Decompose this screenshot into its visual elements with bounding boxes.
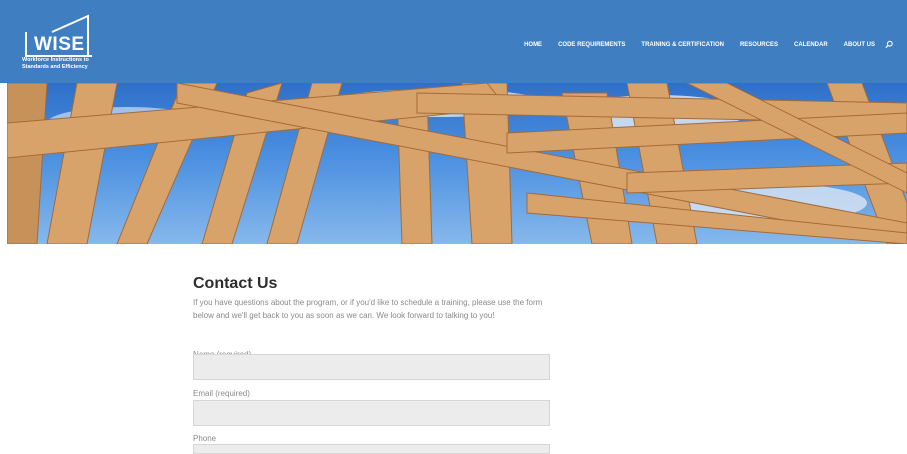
main-nav: HOME CODE REQUIREMENTS TRAINING & CERTIF…: [508, 40, 893, 49]
search-icon[interactable]: [885, 40, 893, 49]
email-label: Email (required): [193, 389, 250, 398]
nav-training-certification[interactable]: TRAINING & CERTIFICATION: [641, 42, 724, 48]
email-field[interactable]: [193, 400, 550, 426]
wise-logo[interactable]: WISE Workforce Instructions to Standards…: [22, 14, 102, 78]
nav-calendar[interactable]: CALENDAR: [794, 42, 828, 48]
nav-code-requirements[interactable]: CODE REQUIREMENTS: [558, 42, 625, 48]
phone-field[interactable]: [193, 444, 550, 454]
hero-banner-image: [7, 83, 907, 244]
nav-about-us[interactable]: ABOUT US: [844, 42, 875, 48]
phone-label: Phone: [193, 434, 217, 443]
logo-text: WISE: [34, 34, 85, 55]
contact-section: Contact Us If you have questions about t…: [193, 275, 553, 322]
name-field[interactable]: [193, 354, 550, 380]
intro-text: If you have questions about the program,…: [193, 298, 543, 320]
timber-frame-illustration: [7, 83, 907, 244]
logo-tagline-line: Standards and Efficiency: [22, 63, 88, 70]
page-title: Contact Us: [193, 275, 278, 292]
nav-home[interactable]: HOME: [524, 42, 542, 48]
nav-resources[interactable]: RESOURCES: [740, 42, 778, 48]
site-header: WISE Workforce Instructions to Standards…: [0, 0, 907, 83]
logo-tagline: Workforce Instructions to Standards and …: [22, 57, 104, 70]
